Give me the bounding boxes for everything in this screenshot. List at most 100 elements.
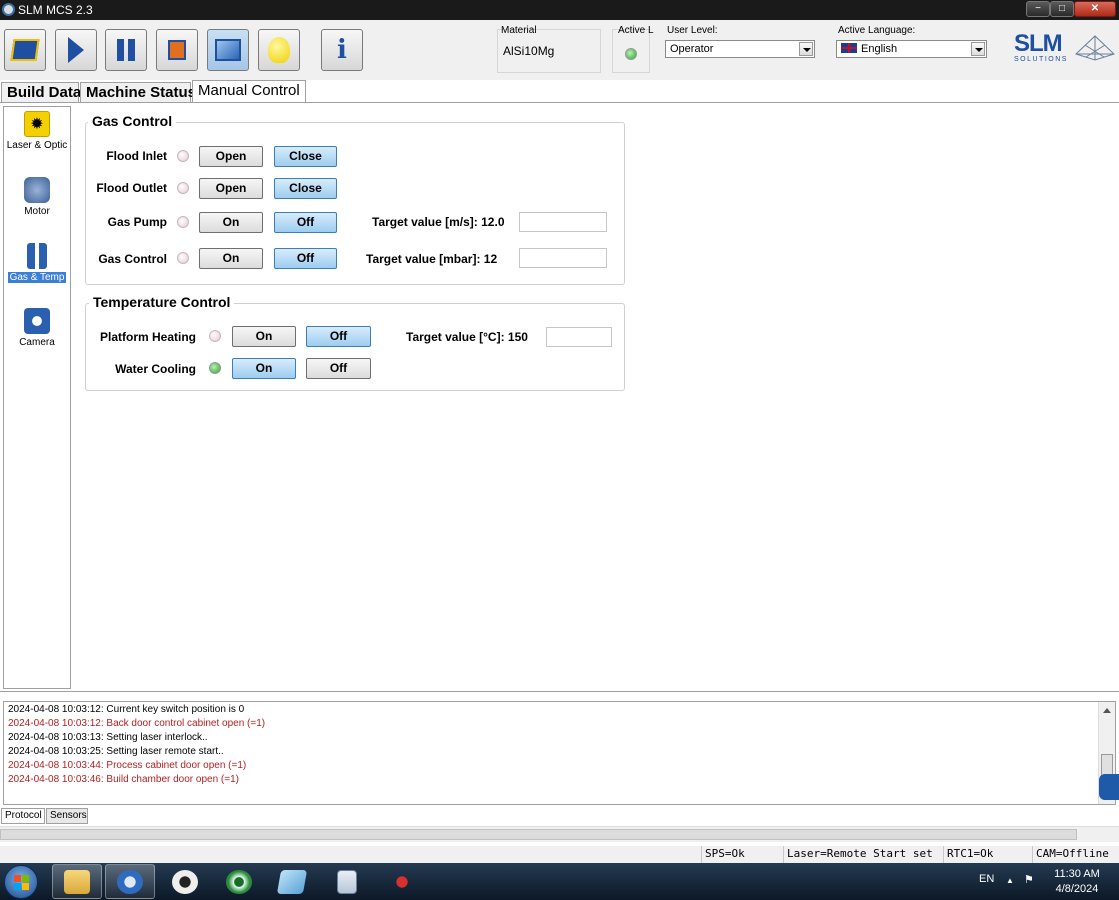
scroll-up-icon[interactable]	[1103, 708, 1111, 713]
maximize-button[interactable]: □	[1050, 1, 1074, 17]
nav-item-gas-temp[interactable]: Gas & Temp	[4, 243, 70, 283]
slm-logo: SLM SOLUTIONS	[1012, 30, 1116, 66]
tab-manual-control[interactable]: Manual Control	[192, 80, 306, 102]
status-bar: SPS=Ok Laser=Remote Start set RTC1=Ok CA…	[0, 846, 1119, 863]
gas-pump-off-button[interactable]: Off	[274, 212, 337, 233]
teamviewer-icon[interactable]	[1099, 774, 1119, 800]
flood-outlet-open-button[interactable]: Open	[199, 178, 263, 199]
start-button[interactable]	[4, 865, 38, 899]
status-rtc1: RTC1=Ok	[943, 846, 1031, 863]
gas-pump-target-label: Target value [m/s]: 12.0	[372, 215, 505, 229]
log-scroll-thumb[interactable]	[1101, 754, 1113, 776]
nav-item-camera[interactable]: Camera	[4, 308, 70, 348]
pause-button[interactable]	[105, 29, 147, 71]
close-button[interactable]: ✕	[1074, 1, 1116, 17]
tab-machine-status[interactable]: Machine Status	[80, 82, 196, 102]
minimize-button[interactable]: −	[1026, 1, 1050, 17]
active-laser-led	[625, 48, 637, 60]
water-cooling-led	[209, 362, 221, 374]
taskbar-notes-app[interactable]	[267, 864, 317, 899]
tab-divider	[0, 102, 1119, 103]
open-build-button[interactable]	[4, 29, 46, 71]
window-title: SLM MCS 2.3	[18, 3, 93, 17]
clock-time: 11:30 AM	[1054, 868, 1100, 880]
tab-sensors[interactable]: Sensors	[46, 808, 88, 824]
flood-inlet-label: Flood Inlet	[106, 149, 167, 163]
info-button[interactable]: i	[321, 29, 363, 71]
language-select[interactable]: English	[836, 40, 987, 58]
gas-control-off-button[interactable]: Off	[274, 248, 337, 269]
windows-logo-pane	[22, 875, 29, 882]
water-cooling-label: Water Cooling	[115, 362, 196, 376]
taskbar-tools-app[interactable]	[377, 864, 427, 899]
log-line: 2024-04-08 10:03:25: Setting laser remot…	[8, 746, 224, 757]
gas-control-target-label: Target value [mbar]: 12	[366, 252, 498, 266]
light-button[interactable]	[258, 29, 300, 71]
taskbar-viewer-app[interactable]	[214, 864, 264, 899]
chevron-down-icon[interactable]	[971, 42, 985, 56]
water-cooling-off-button[interactable]: Off	[306, 358, 371, 379]
flood-inlet-close-button[interactable]: Close	[274, 146, 337, 167]
status-laser: Laser=Remote Start set	[783, 846, 943, 863]
taskbar-calculator[interactable]	[322, 864, 372, 899]
stop-button[interactable]	[156, 29, 198, 71]
language-indicator[interactable]: EN	[979, 873, 994, 885]
gas-pump-target-input[interactable]	[519, 212, 607, 232]
start-button[interactable]	[55, 29, 97, 71]
start-icon	[68, 37, 84, 63]
taskbar-file-explorer[interactable]	[52, 864, 102, 899]
viewer-app-icon	[226, 869, 252, 894]
taskbar-slm-mcs[interactable]	[105, 864, 155, 899]
chevron-down-icon[interactable]	[799, 42, 813, 56]
temperature-control-title: Temperature Control	[89, 294, 235, 310]
platform-heating-off-button[interactable]: Off	[306, 326, 371, 347]
flood-inlet-open-button[interactable]: Open	[199, 146, 263, 167]
horizontal-scroll-thumb[interactable]	[0, 829, 1077, 840]
active-laser-label: Active L	[618, 25, 654, 36]
language-value: English	[861, 43, 898, 55]
tab-build-data[interactable]: Build Data	[1, 82, 81, 102]
flood-outlet-close-button[interactable]: Close	[274, 178, 337, 199]
gas-control-on-button[interactable]: On	[199, 248, 263, 269]
content-divider	[0, 691, 1119, 692]
horizontal-scrollbar[interactable]	[0, 826, 1119, 842]
tab-protocol[interactable]: Protocol	[1, 808, 45, 824]
gas-pump-label: Gas Pump	[107, 215, 167, 229]
taskbar: EN ▲ ⚑ 11:30 AM 4/8/2024	[0, 863, 1119, 900]
app-icon	[2, 3, 15, 16]
windows-logo-icon	[14, 875, 21, 882]
user-level-select[interactable]: Operator	[665, 40, 815, 58]
tools-app-icon	[389, 869, 415, 894]
laser-icon: ✹	[24, 111, 50, 137]
taskbar-camera-app[interactable]	[160, 864, 210, 899]
file-explorer-icon	[64, 869, 90, 894]
nav-item-motor[interactable]: Motor	[4, 177, 70, 217]
gas-control-title: Gas Control	[88, 113, 177, 129]
show-hidden-icons-icon[interactable]: ▲	[1006, 876, 1014, 885]
info-icon: i	[337, 35, 347, 65]
action-center-flag-icon[interactable]: ⚑	[1024, 873, 1034, 886]
platform-heating-on-button[interactable]: On	[232, 326, 296, 347]
clock[interactable]: 11:30 AM 4/8/2024	[1050, 867, 1104, 897]
log-line: 2024-04-08 10:03:12: Back door control c…	[8, 718, 266, 729]
user-level-label: User Level:	[667, 25, 718, 36]
protocol-log[interactable]: 2024-04-08 10:03:12: Current key switch …	[3, 701, 1116, 805]
status-cam: CAM=Offline	[1032, 846, 1119, 863]
water-cooling-on-button[interactable]: On	[232, 358, 296, 379]
platform-heating-target-input[interactable]	[546, 327, 612, 347]
nav-item-laser-optic[interactable]: ✹ Laser & Optic	[4, 111, 70, 151]
nav-label-gas-temp: Gas & Temp	[7, 272, 67, 283]
motor-icon	[24, 177, 50, 203]
material-value: AlSi10Mg	[503, 44, 555, 58]
clock-date: 4/8/2024	[1055, 883, 1099, 895]
notes-app-icon	[276, 869, 308, 894]
gas-pump-on-button[interactable]: On	[199, 212, 263, 233]
logo-text: SLM	[1014, 30, 1063, 57]
gas-temp-icon	[27, 243, 47, 269]
open-build-icon	[10, 39, 40, 61]
screen-button[interactable]	[207, 29, 249, 71]
logo-subtext: SOLUTIONS	[1014, 56, 1068, 63]
log-line: 2024-04-08 10:03:13: Setting laser inter…	[8, 732, 208, 743]
gas-control-target-input[interactable]	[519, 248, 607, 268]
nav-label-laser-optic: Laser & Optic	[6, 140, 68, 151]
